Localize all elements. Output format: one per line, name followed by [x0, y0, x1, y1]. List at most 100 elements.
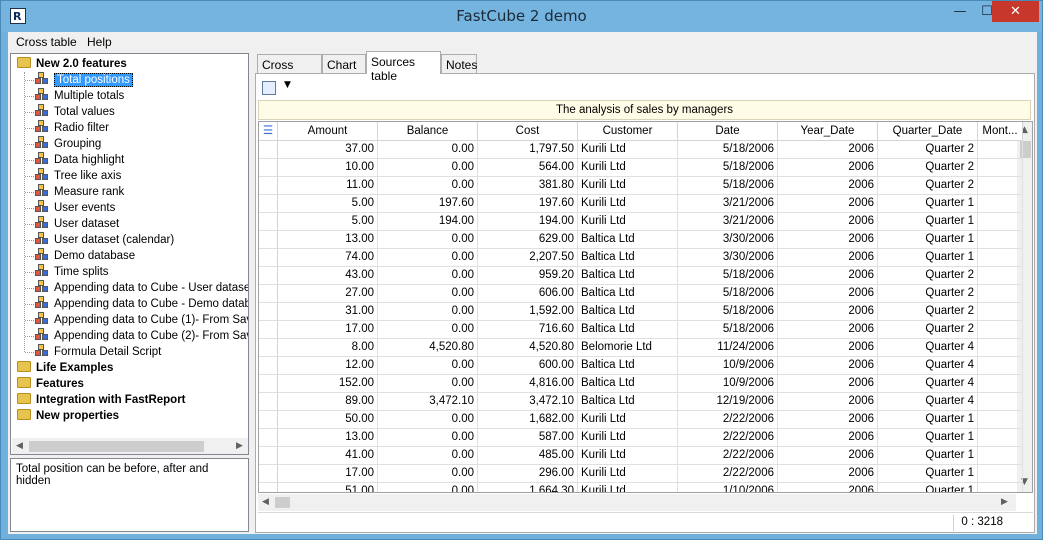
table-row[interactable]: 10.00 0.00 564.00 Kurili Ltd 5/18/2006 2006 Qu…	[259, 159, 1023, 177]
tab-notes[interactable]: Notes	[441, 54, 477, 73]
table-cell[interactable]: Baltica Ltd	[578, 303, 678, 321]
table-cell[interactable]: 31.00	[278, 303, 378, 321]
table-cell[interactable]: 564.00	[478, 159, 578, 177]
row-header[interactable]	[259, 321, 278, 339]
table-cell[interactable]: Quarter 1	[878, 213, 978, 231]
table-cell[interactable]: 12.00	[278, 357, 378, 375]
data-grid[interactable]: ▲ ▼ ☰ Amount Balance Cost Customer Date Year_D…	[258, 121, 1033, 493]
tab-chart[interactable]: Chart	[322, 54, 366, 73]
table-cell[interactable]: 5/18/2006	[678, 141, 778, 159]
table-cell[interactable]	[978, 321, 1023, 339]
table-cell[interactable]: 0.00	[378, 447, 478, 465]
table-cell[interactable]: 10.00	[278, 159, 378, 177]
table-row[interactable]: 37.00 0.00 1,797.50 Kurili Ltd 5/18/2006 2006…	[259, 141, 1023, 159]
table-cell[interactable]: Belomorie Ltd	[578, 339, 678, 357]
table-cell[interactable]: 2006	[778, 231, 878, 249]
row-header[interactable]	[259, 141, 278, 159]
table-cell[interactable]: 2,207.50	[478, 249, 578, 267]
table-cell[interactable]: 2/22/2006	[678, 429, 778, 447]
menu-help[interactable]: Help	[87, 35, 112, 49]
table-cell[interactable]: 2006	[778, 465, 878, 483]
table-cell[interactable]: 606.00	[478, 285, 578, 303]
scroll-right-icon[interactable]: ▶	[1001, 497, 1008, 507]
row-header[interactable]	[259, 339, 278, 357]
table-cell[interactable]: Quarter 1	[878, 195, 978, 213]
table-cell[interactable]: 2006	[778, 267, 878, 285]
table-cell[interactable]: Quarter 4	[878, 375, 978, 393]
tree-item[interactable]: Appending data to Cube - Demo database	[35, 296, 248, 312]
table-cell[interactable]	[978, 231, 1023, 249]
panel-splitter[interactable]	[250, 53, 254, 533]
table-cell[interactable]	[978, 177, 1023, 195]
table-cell[interactable]: 10/9/2006	[678, 375, 778, 393]
row-header[interactable]	[259, 375, 278, 393]
tree-item[interactable]: Formula Detail Script	[35, 344, 161, 360]
table-cell[interactable]: 2006	[778, 375, 878, 393]
horizontal-scroll-thumb[interactable]	[275, 497, 290, 508]
table-row[interactable]: 12.00 0.00 600.00 Baltica Ltd 10/9/2006 2006 Q…	[259, 357, 1023, 375]
table-cell[interactable]: 11/24/2006	[678, 339, 778, 357]
table-cell[interactable]: 0.00	[378, 321, 478, 339]
table-cell[interactable]: 2006	[778, 159, 878, 177]
table-cell[interactable]	[978, 285, 1023, 303]
table-cell[interactable]: Quarter 1	[878, 231, 978, 249]
examples-tree[interactable]: New 2.0 features Total positions Multiple …	[10, 53, 249, 455]
column-header[interactable]: Date	[678, 122, 778, 141]
table-cell[interactable]: 3,472.10	[478, 393, 578, 411]
table-cell[interactable]	[978, 267, 1023, 285]
table-cell[interactable]: 8.00	[278, 339, 378, 357]
table-cell[interactable]: Quarter 1	[878, 249, 978, 267]
tree-item[interactable]: Appending data to Cube (1)- From Saved	[35, 312, 248, 328]
scroll-left-icon[interactable]: ◀	[262, 497, 269, 507]
table-cell[interactable]: 2006	[778, 249, 878, 267]
table-cell[interactable]: 194.00	[378, 213, 478, 231]
table-cell[interactable]: 2/22/2006	[678, 411, 778, 429]
table-cell[interactable]: 587.00	[478, 429, 578, 447]
column-header[interactable]: Cost	[478, 122, 578, 141]
table-cell[interactable]: 13.00	[278, 429, 378, 447]
row-header[interactable]	[259, 483, 278, 492]
table-cell[interactable]: 959.20	[478, 267, 578, 285]
tree-item[interactable]: User dataset (calendar)	[35, 232, 174, 248]
table-cell[interactable]: Quarter 1	[878, 483, 978, 492]
column-header[interactable]: Amount	[278, 122, 378, 141]
table-cell[interactable]: Quarter 1	[878, 447, 978, 465]
table-row[interactable]: 13.00 0.00 587.00 Kurili Ltd 2/22/2006 2006 Qu…	[259, 429, 1023, 447]
row-header[interactable]	[259, 195, 278, 213]
table-cell[interactable]: 3/30/2006	[678, 231, 778, 249]
table-cell[interactable]	[978, 249, 1023, 267]
row-header[interactable]	[259, 393, 278, 411]
table-cell[interactable]: 2006	[778, 357, 878, 375]
table-row[interactable]: 17.00 0.00 296.00 Kurili Ltd 2/22/2006 2006 Qu…	[259, 465, 1023, 483]
table-cell[interactable]: 51.00	[278, 483, 378, 492]
table-cell[interactable]: 10/9/2006	[678, 357, 778, 375]
table-cell[interactable]: 197.60	[378, 195, 478, 213]
table-cell[interactable]	[978, 483, 1023, 492]
export-icon[interactable]	[262, 81, 276, 95]
table-cell[interactable]: 716.60	[478, 321, 578, 339]
column-header[interactable]: Balance	[378, 122, 478, 141]
table-cell[interactable]: 4,520.80	[378, 339, 478, 357]
table-row[interactable]: 17.00 0.00 716.60 Baltica Ltd 5/18/2006 2006 Q…	[259, 321, 1023, 339]
table-cell[interactable]: Baltica Ltd	[578, 231, 678, 249]
table-cell[interactable]: 89.00	[278, 393, 378, 411]
table-cell[interactable]: 0.00	[378, 141, 478, 159]
tree-item[interactable]: Grouping	[35, 136, 101, 152]
table-row[interactable]: 89.00 3,472.10 3,472.10 Baltica Ltd 12/19/20…	[259, 393, 1023, 411]
row-header[interactable]	[259, 465, 278, 483]
table-cell[interactable]	[978, 375, 1023, 393]
table-cell[interactable]: Kurili Ltd	[578, 213, 678, 231]
table-row[interactable]: 13.00 0.00 629.00 Baltica Ltd 3/30/2006 2006 Q…	[259, 231, 1023, 249]
table-cell[interactable]: 0.00	[378, 249, 478, 267]
table-cell[interactable]: 2006	[778, 177, 878, 195]
scroll-left-icon[interactable]: ◀	[16, 441, 23, 451]
table-cell[interactable]: 0.00	[378, 465, 478, 483]
table-row[interactable]: 5.00 194.00 194.00 Kurili Ltd 3/21/2006 2006 Q…	[259, 213, 1023, 231]
table-cell[interactable]: 1,797.50	[478, 141, 578, 159]
table-row[interactable]: 11.00 0.00 381.80 Kurili Ltd 5/18/2006 2006 Qu…	[259, 177, 1023, 195]
table-cell[interactable]	[978, 303, 1023, 321]
tree-folder-new-features[interactable]: New 2.0 features	[17, 56, 127, 72]
row-header[interactable]	[259, 177, 278, 195]
table-cell[interactable]: 197.60	[478, 195, 578, 213]
table-cell[interactable]: Kurili Ltd	[578, 447, 678, 465]
